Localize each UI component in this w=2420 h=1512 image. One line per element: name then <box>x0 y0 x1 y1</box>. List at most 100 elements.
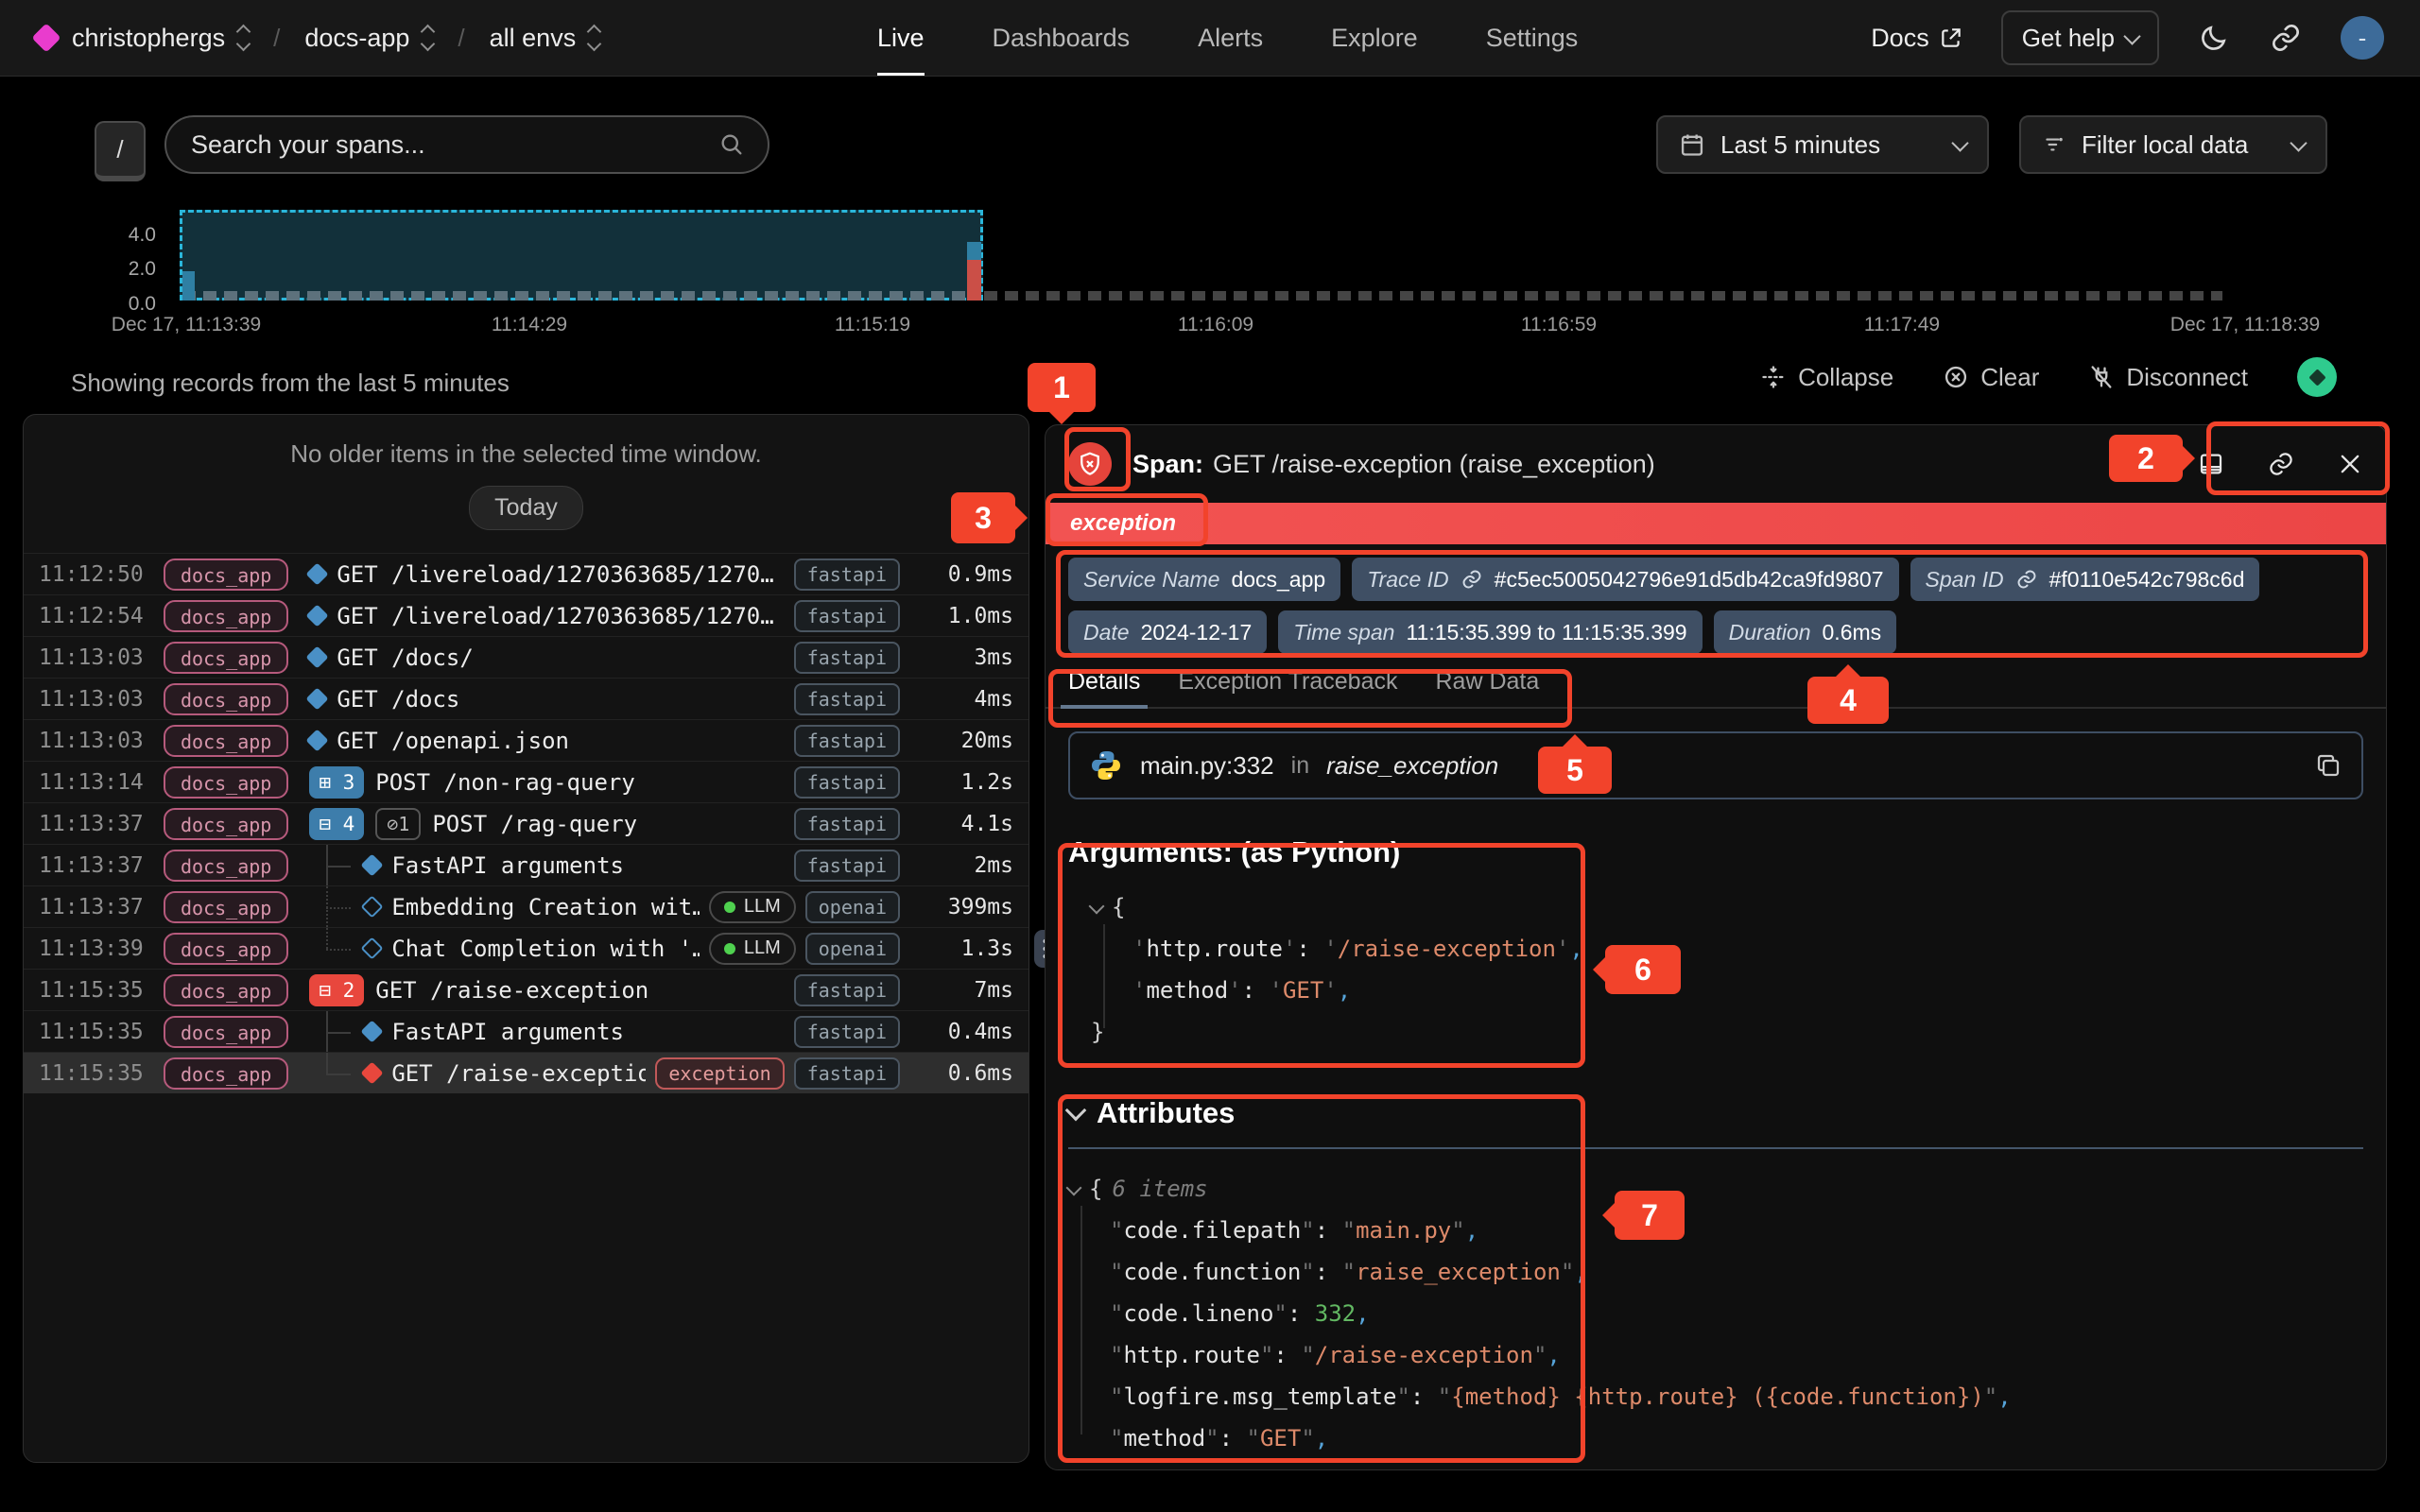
tree-connector <box>309 928 353 969</box>
row-content: FastAPI arguments <box>309 845 784 885</box>
nav-tab-settings[interactable]: Settings <box>1486 0 1579 76</box>
span-row[interactable]: 11:13:14docs_app⊞ 3POST /non-rag-queryfa… <box>24 761 1028 802</box>
code-line: "http.route": "/raise-exception", <box>1068 1334 2363 1376</box>
children-count-badge[interactable]: ⊟ 4 <box>309 808 364 840</box>
nav-tab-explore[interactable]: Explore <box>1331 0 1418 76</box>
service-name-tag[interactable]: docs_app <box>164 891 288 923</box>
breadcrumb: christophergs / docs-app / all envs <box>0 24 599 53</box>
nav-tab-live[interactable]: Live <box>877 0 925 76</box>
span-row[interactable]: 11:15:35docs_appGET /raise-exception …ex… <box>24 1052 1028 1093</box>
span-row[interactable]: 11:13:03docs_appGET /docsfastapi4ms <box>24 678 1028 719</box>
row-content: ⊟ 2 GET /raise-exception <box>309 970 784 1010</box>
span-name[interactable]: GET /livereload/1270363685/1270… <box>337 603 773 629</box>
children-count-badge[interactable]: ⊞ 3 <box>309 766 364 799</box>
detail-tab-details[interactable]: Details <box>1068 665 1140 707</box>
children-count-badge[interactable]: ⊟ 2 <box>309 974 364 1006</box>
histogram-plot-area[interactable] <box>175 210 2231 301</box>
attributes-code[interactable]: {6 items"code.filepath": "main.py","code… <box>1068 1168 2363 1459</box>
code-line: {6 items <box>1068 1168 2363 1210</box>
meta-pill-trace-id[interactable]: Trace ID#c5ec5005042796e91d5db42ca9fd980… <box>1352 558 1898 601</box>
copy-link-icon[interactable] <box>2267 450 2295 478</box>
service-name-tag[interactable]: docs_app <box>164 558 288 591</box>
live-status-indicator[interactable] <box>2297 357 2337 397</box>
span-row[interactable]: 11:12:54docs_appGET /livereload/12703636… <box>24 594 1028 636</box>
time-range-button[interactable]: Last 5 minutes <box>1656 115 1989 174</box>
nav-tab-alerts[interactable]: Alerts <box>1198 0 1263 76</box>
service-name-tag[interactable]: docs_app <box>164 1057 288 1090</box>
span-name[interactable]: Embedding Creation wit… <box>391 894 700 920</box>
span-histogram[interactable]: 4.0 2.0 0.0 Dec 17, 11:13:3911:14:2911:1… <box>0 203 2420 345</box>
span-row[interactable]: 11:13:37docs_appFastAPI argumentsfastapi… <box>24 844 1028 885</box>
breadcrumb-separator: / <box>458 24 464 53</box>
search-shortcut-key: / <box>95 121 146 181</box>
time-selection-region[interactable] <box>180 210 983 301</box>
row-time: 11:13:03 <box>39 645 164 670</box>
calendar-icon <box>1679 131 1705 158</box>
detail-header-actions <box>2197 450 2363 478</box>
span-duration: 0.4ms <box>908 1020 1013 1044</box>
span-row[interactable]: 11:13:37docs_appEmbedding Creation wit…L… <box>24 885 1028 927</box>
close-icon[interactable] <box>2337 451 2363 477</box>
service-name-tag[interactable]: docs_app <box>164 600 288 632</box>
search-input[interactable] <box>189 129 718 161</box>
span-name[interactable]: GET /docs <box>337 686 459 713</box>
span-name[interactable]: FastAPI arguments <box>391 852 624 879</box>
span-row[interactable]: 11:13:03docs_appGET /docs/fastapi3ms <box>24 636 1028 678</box>
env-selector[interactable]: all envs <box>490 24 600 53</box>
span-row[interactable]: 11:13:39docs_appChat Completion with '…L… <box>24 927 1028 969</box>
span-row[interactable]: 11:13:37docs_app⊟ 4⊘1POST /rag-queryfast… <box>24 802 1028 844</box>
project-selector[interactable]: docs-app <box>304 24 433 53</box>
service-name-tag[interactable]: docs_app <box>164 850 288 882</box>
hidden-spans-chip[interactable]: ⊘1 <box>375 808 421 840</box>
span-name[interactable]: GET /openapi.json <box>337 728 569 754</box>
share-link-icon[interactable] <box>2269 21 2303 55</box>
clear-button[interactable]: Clear <box>1943 363 2039 392</box>
service-name-tag[interactable]: docs_app <box>164 808 288 840</box>
detail-tab-exception-traceback[interactable]: Exception Traceback <box>1178 665 1397 707</box>
local-filter-button[interactable]: Filter local data <box>2019 115 2327 174</box>
today-button[interactable]: Today <box>469 486 583 530</box>
dock-panel-icon[interactable] <box>2197 450 2225 478</box>
nav-tab-dashboards[interactable]: Dashboards <box>993 0 1131 76</box>
span-row[interactable]: 11:15:35docs_appFastAPI argumentsfastapi… <box>24 1010 1028 1052</box>
attributes-heading[interactable]: Attributes <box>1068 1096 2363 1130</box>
span-row[interactable]: 11:13:03docs_appGET /openapi.jsonfastapi… <box>24 719 1028 761</box>
disconnect-button[interactable]: Disconnect <box>2088 363 2248 392</box>
span-row[interactable]: 11:15:35docs_app⊟ 2GET /raise-exceptionf… <box>24 969 1028 1010</box>
collapse-button[interactable]: Collapse <box>1760 363 1893 392</box>
span-name[interactable]: GET /raise-exception … <box>391 1060 646 1087</box>
copy-button[interactable] <box>2314 751 2342 780</box>
meta-pill-span-id[interactable]: Span ID#f0110e542c798c6d <box>1910 558 2260 601</box>
service-name-tag[interactable]: docs_app <box>164 725 288 757</box>
get-help-button[interactable]: Get help <box>2001 10 2159 65</box>
service-name-tag[interactable]: docs_app <box>164 683 288 715</box>
docs-link[interactable]: Docs <box>1871 24 1963 53</box>
theme-toggle-moon-icon[interactable] <box>2197 21 2231 55</box>
logfire-logo-icon[interactable] <box>31 23 60 52</box>
service-name-tag[interactable]: docs_app <box>164 766 288 799</box>
meta-label: Time span <box>1293 620 1394 645</box>
user-avatar[interactable]: - <box>2341 16 2384 60</box>
span-name[interactable]: FastAPI arguments <box>391 1019 624 1045</box>
chevron-down-icon <box>1065 1100 1087 1122</box>
llm-dot-icon <box>724 902 735 913</box>
service-name-tag[interactable]: docs_app <box>164 642 288 674</box>
detail-tab-raw-data[interactable]: Raw Data <box>1436 665 1540 707</box>
span-name[interactable]: GET /docs/ <box>337 644 474 671</box>
span-name[interactable]: POST /non-rag-query <box>375 769 635 796</box>
org-selector[interactable]: christophergs <box>72 24 249 53</box>
service-name-tag[interactable]: docs_app <box>164 1016 288 1048</box>
span-name[interactable]: POST /rag-query <box>432 811 637 837</box>
service-name-tag[interactable]: docs_app <box>164 974 288 1006</box>
arguments-code[interactable]: {'http.route': '/raise-exception','metho… <box>1091 886 2341 1053</box>
code-line: "code.function": "raise_exception", <box>1068 1251 2363 1293</box>
span-name[interactable]: GET /raise-exception <box>375 977 648 1004</box>
service-name-tag[interactable]: docs_app <box>164 933 288 965</box>
meta-value: 2024-12-17 <box>1141 620 1253 645</box>
filter-icon <box>2042 132 2066 157</box>
span-kind-icon <box>361 853 384 876</box>
span-name[interactable]: Chat Completion with '… <box>391 936 700 962</box>
span-row[interactable]: 11:12:50docs_appGET /livereload/12703636… <box>24 553 1028 594</box>
x-axis-labels: Dec 17, 11:13:3911:14:2911:15:1911:16:09… <box>0 314 2420 342</box>
span-name[interactable]: GET /livereload/1270363685/1270… <box>337 561 773 588</box>
